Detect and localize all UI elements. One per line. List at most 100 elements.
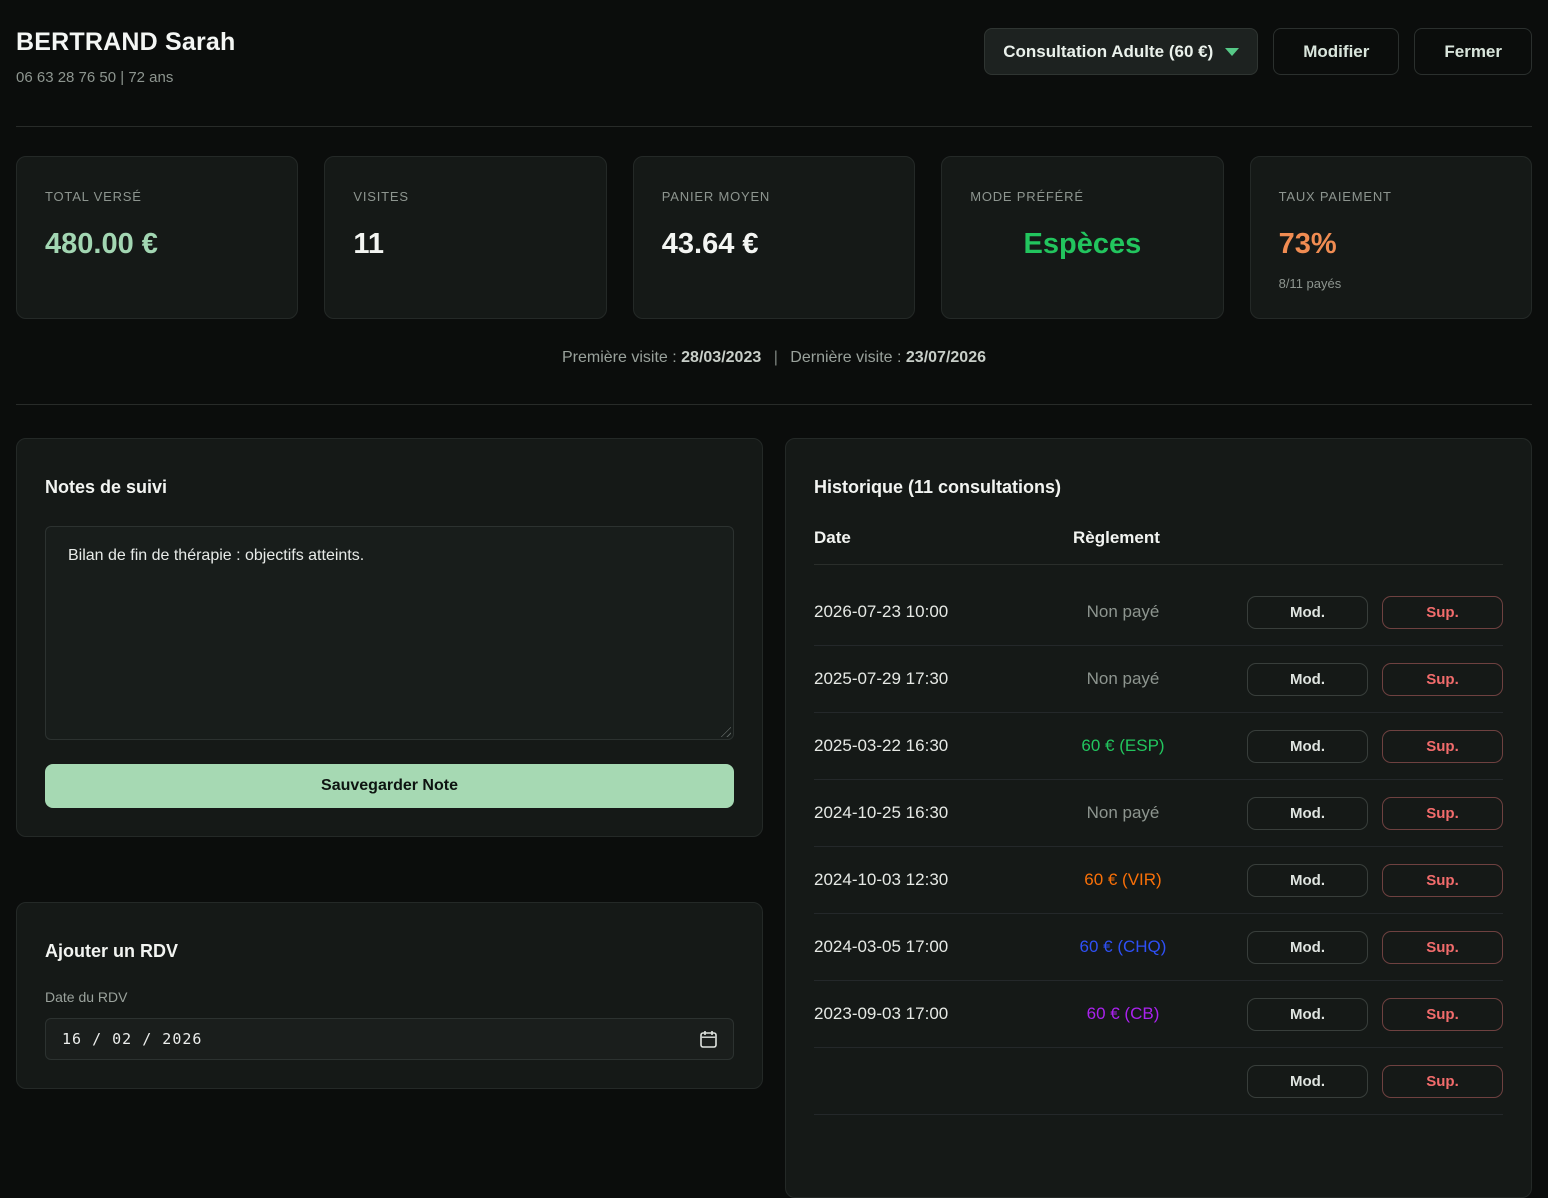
visit-dates-line: Première visite : 28/03/2023 | Dernière … xyxy=(0,349,1548,367)
sup-button[interactable]: Sup. xyxy=(1382,663,1503,696)
sup-button[interactable]: Sup. xyxy=(1382,998,1503,1031)
stat-card-panier-moyen: PANIER MOYEN 43.64 € xyxy=(633,156,915,319)
history-row-date: 2023-09-03 17:00 xyxy=(814,1004,1073,1024)
mod-button[interactable]: Mod. xyxy=(1247,931,1368,964)
visit-separator: | xyxy=(774,349,778,366)
stat-card-total-verse: TOTAL VERSÉ 480.00 € xyxy=(16,156,298,319)
history-table-header: Date Règlement xyxy=(814,528,1503,565)
history-row-actions: Mod. Sup. xyxy=(1247,797,1503,830)
notes-panel: Notes de suivi Bilan de fin de thérapie … xyxy=(16,438,763,837)
rdv-title: Ajouter un RDV xyxy=(45,941,734,962)
history-row-date: 2026-07-23 10:00 xyxy=(814,602,1073,622)
stat-label: TOTAL VERSÉ xyxy=(45,189,269,204)
history-row-actions: Mod. Sup. xyxy=(1247,596,1503,629)
history-row-payment: 60 € (VIR) xyxy=(1073,870,1173,890)
history-row-date: 2024-03-05 17:00 xyxy=(814,937,1073,957)
chevron-down-icon xyxy=(1225,48,1239,56)
table-row: 2023-09-03 17:00 60 € (CB) Mod. Sup. xyxy=(814,981,1503,1048)
sup-button[interactable]: Sup. xyxy=(1382,730,1503,763)
history-row-actions: Mod. Sup. xyxy=(1247,931,1503,964)
mod-button[interactable]: Mod. xyxy=(1247,596,1368,629)
history-col-payment: Règlement xyxy=(1073,528,1173,548)
history-row-date: 2025-07-29 17:30 xyxy=(814,669,1073,689)
stat-label: TAUX PAIEMENT xyxy=(1279,189,1503,204)
top-actions: Consultation Adulte (60 €) Modifier Ferm… xyxy=(984,28,1532,75)
history-col-date: Date xyxy=(814,528,1073,548)
sup-button[interactable]: Sup. xyxy=(1382,864,1503,897)
history-row-date: 2024-10-03 12:30 xyxy=(814,870,1073,890)
fermer-button[interactable]: Fermer xyxy=(1414,28,1532,75)
table-row: 2026-07-23 10:00 Non payé Mod. Sup. xyxy=(814,579,1503,646)
history-row-payment: Non payé xyxy=(1073,669,1173,689)
history-row-payment: 60 € (CB) xyxy=(1073,1004,1173,1024)
mod-button[interactable]: Mod. xyxy=(1247,663,1368,696)
stat-card-taux-paiement: TAUX PAIEMENT 73% 8/11 payés xyxy=(1250,156,1532,319)
table-row: 2024-03-05 17:00 60 € (CHQ) Mod. Sup. xyxy=(814,914,1503,981)
stats-row: TOTAL VERSÉ 480.00 € VISITES 11 PANIER M… xyxy=(16,156,1532,319)
history-row-payment: 60 € (ESP) xyxy=(1073,736,1173,756)
history-row-date: 2025-03-22 16:30 xyxy=(814,736,1073,756)
header-divider xyxy=(16,126,1532,127)
stat-value: 43.64 € xyxy=(662,228,886,261)
section-divider xyxy=(16,404,1532,405)
mod-button[interactable]: Mod. xyxy=(1247,998,1368,1031)
history-table-body: 2026-07-23 10:00 Non payé Mod. Sup. 2025… xyxy=(814,579,1503,1115)
history-panel: Historique (11 consultations) Date Règle… xyxy=(785,438,1532,1198)
stat-label: VISITES xyxy=(353,189,577,204)
calendar-icon[interactable] xyxy=(700,1030,717,1048)
mod-button[interactable]: Mod. xyxy=(1247,864,1368,897)
mod-button[interactable]: Mod. xyxy=(1247,730,1368,763)
history-row-payment: 60 € (CHQ) xyxy=(1073,937,1173,957)
history-row-actions: Mod. Sup. xyxy=(1247,663,1503,696)
patient-name: BERTRAND Sarah xyxy=(16,28,236,57)
consultation-type-select[interactable]: Consultation Adulte (60 €) xyxy=(984,28,1258,75)
history-row-actions: Mod. Sup. xyxy=(1247,1065,1503,1098)
sup-button[interactable]: Sup. xyxy=(1382,596,1503,629)
save-note-button[interactable]: Sauvegarder Note xyxy=(45,764,734,808)
stat-card-visites: VISITES 11 xyxy=(324,156,606,319)
history-row-payment: Non payé xyxy=(1073,602,1173,622)
stat-value: 480.00 € xyxy=(45,228,269,261)
stat-value: 73% xyxy=(1279,228,1503,261)
consultation-type-value: Consultation Adulte (60 €) xyxy=(1003,42,1213,62)
stat-label: PANIER MOYEN xyxy=(662,189,886,204)
last-visit-date: 23/07/2026 xyxy=(906,349,986,366)
sup-button[interactable]: Sup. xyxy=(1382,931,1503,964)
last-visit-label: Dernière visite : xyxy=(790,349,901,366)
stat-value: Espèces xyxy=(970,228,1194,261)
history-row-actions: Mod. Sup. xyxy=(1247,864,1503,897)
stat-sub: 8/11 payés xyxy=(1279,276,1503,291)
notes-title: Notes de suivi xyxy=(45,477,734,498)
mod-button[interactable]: Mod. xyxy=(1247,1065,1368,1098)
mod-button[interactable]: Mod. xyxy=(1247,797,1368,830)
history-row-actions: Mod. Sup. xyxy=(1247,730,1503,763)
topbar: BERTRAND Sarah 06 63 28 76 50 | 72 ans C… xyxy=(0,0,1548,86)
notes-textarea[interactable]: Bilan de fin de thérapie : objectifs att… xyxy=(45,526,734,740)
history-row-date: 2024-10-25 16:30 xyxy=(814,803,1073,823)
stat-card-mode-prefere: MODE PRÉFÉRÉ Espèces xyxy=(941,156,1223,319)
table-row: 2025-03-22 16:30 60 € (ESP) Mod. Sup. xyxy=(814,713,1503,780)
patient-header: BERTRAND Sarah 06 63 28 76 50 | 72 ans xyxy=(16,28,236,86)
patient-meta: 06 63 28 76 50 | 72 ans xyxy=(16,69,236,86)
left-column: Notes de suivi Bilan de fin de thérapie … xyxy=(16,438,763,1089)
main-columns: Notes de suivi Bilan de fin de thérapie … xyxy=(16,438,1532,1198)
sup-button[interactable]: Sup. xyxy=(1382,1065,1503,1098)
table-row: 2024-10-03 12:30 60 € (VIR) Mod. Sup. xyxy=(814,847,1503,914)
rdv-date-input[interactable]: 16 / 02 / 2026 xyxy=(45,1018,734,1060)
table-row: 2025-07-29 17:30 Non payé Mod. Sup. xyxy=(814,646,1503,713)
rdv-date-label: Date du RDV xyxy=(45,989,734,1005)
history-row-payment: Non payé xyxy=(1073,803,1173,823)
table-row: Mod. Sup. xyxy=(814,1048,1503,1115)
notes-textarea-wrap: Bilan de fin de thérapie : objectifs att… xyxy=(45,526,734,740)
history-title: Historique (11 consultations) xyxy=(814,477,1503,498)
rdv-date-value: 16 / 02 / 2026 xyxy=(62,1030,202,1048)
first-visit-date: 28/03/2023 xyxy=(681,349,761,366)
history-row-actions: Mod. Sup. xyxy=(1247,998,1503,1031)
table-row: 2024-10-25 16:30 Non payé Mod. Sup. xyxy=(814,780,1503,847)
add-rdv-panel: Ajouter un RDV Date du RDV 16 / 02 / 202… xyxy=(16,902,763,1089)
stat-value: 11 xyxy=(353,228,577,261)
first-visit-label: Première visite : xyxy=(562,349,677,366)
sup-button[interactable]: Sup. xyxy=(1382,797,1503,830)
modifier-button[interactable]: Modifier xyxy=(1273,28,1399,75)
stat-label: MODE PRÉFÉRÉ xyxy=(970,189,1194,204)
